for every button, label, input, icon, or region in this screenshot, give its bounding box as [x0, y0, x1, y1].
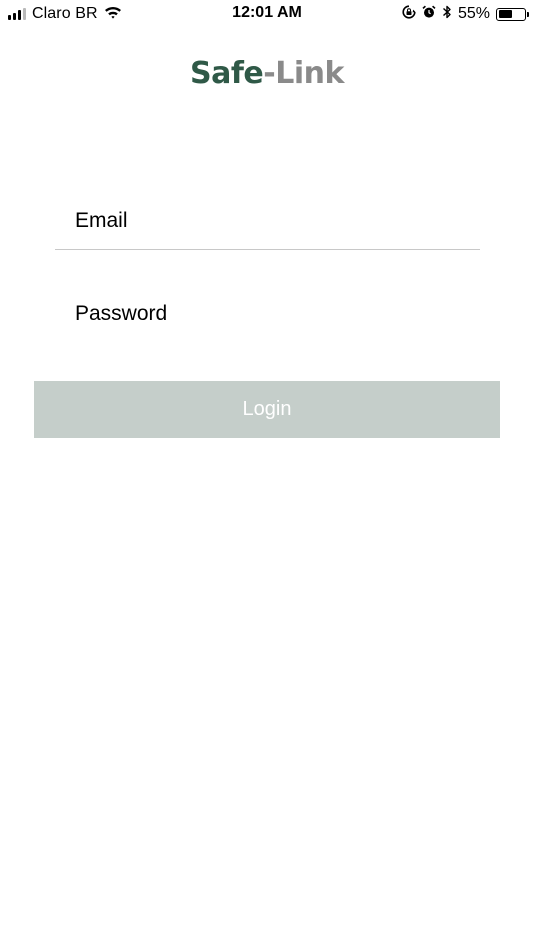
status-bar: Claro BR 12:01 AM 55% — [0, 0, 534, 28]
alarm-icon — [422, 5, 436, 24]
password-field[interactable] — [55, 286, 480, 342]
login-button[interactable]: Login — [34, 381, 500, 438]
orientation-lock-icon — [402, 4, 416, 24]
email-field[interactable] — [55, 193, 480, 249]
battery-fill — [498, 10, 513, 18]
status-right: 55% — [402, 3, 529, 25]
logo-text-link: -Link — [263, 56, 344, 91]
email-field-container — [55, 193, 480, 250]
login-screen: Claro BR 12:01 AM 55% Safe-Link Email Lo… — [0, 0, 534, 950]
app-logo: Safe-Link — [0, 56, 534, 92]
battery-percentage: 55% — [457, 5, 490, 22]
bluetooth-icon — [442, 4, 452, 25]
password-field-container — [55, 286, 480, 342]
battery-icon — [496, 7, 529, 21]
logo-text-safe: Safe — [190, 56, 264, 91]
